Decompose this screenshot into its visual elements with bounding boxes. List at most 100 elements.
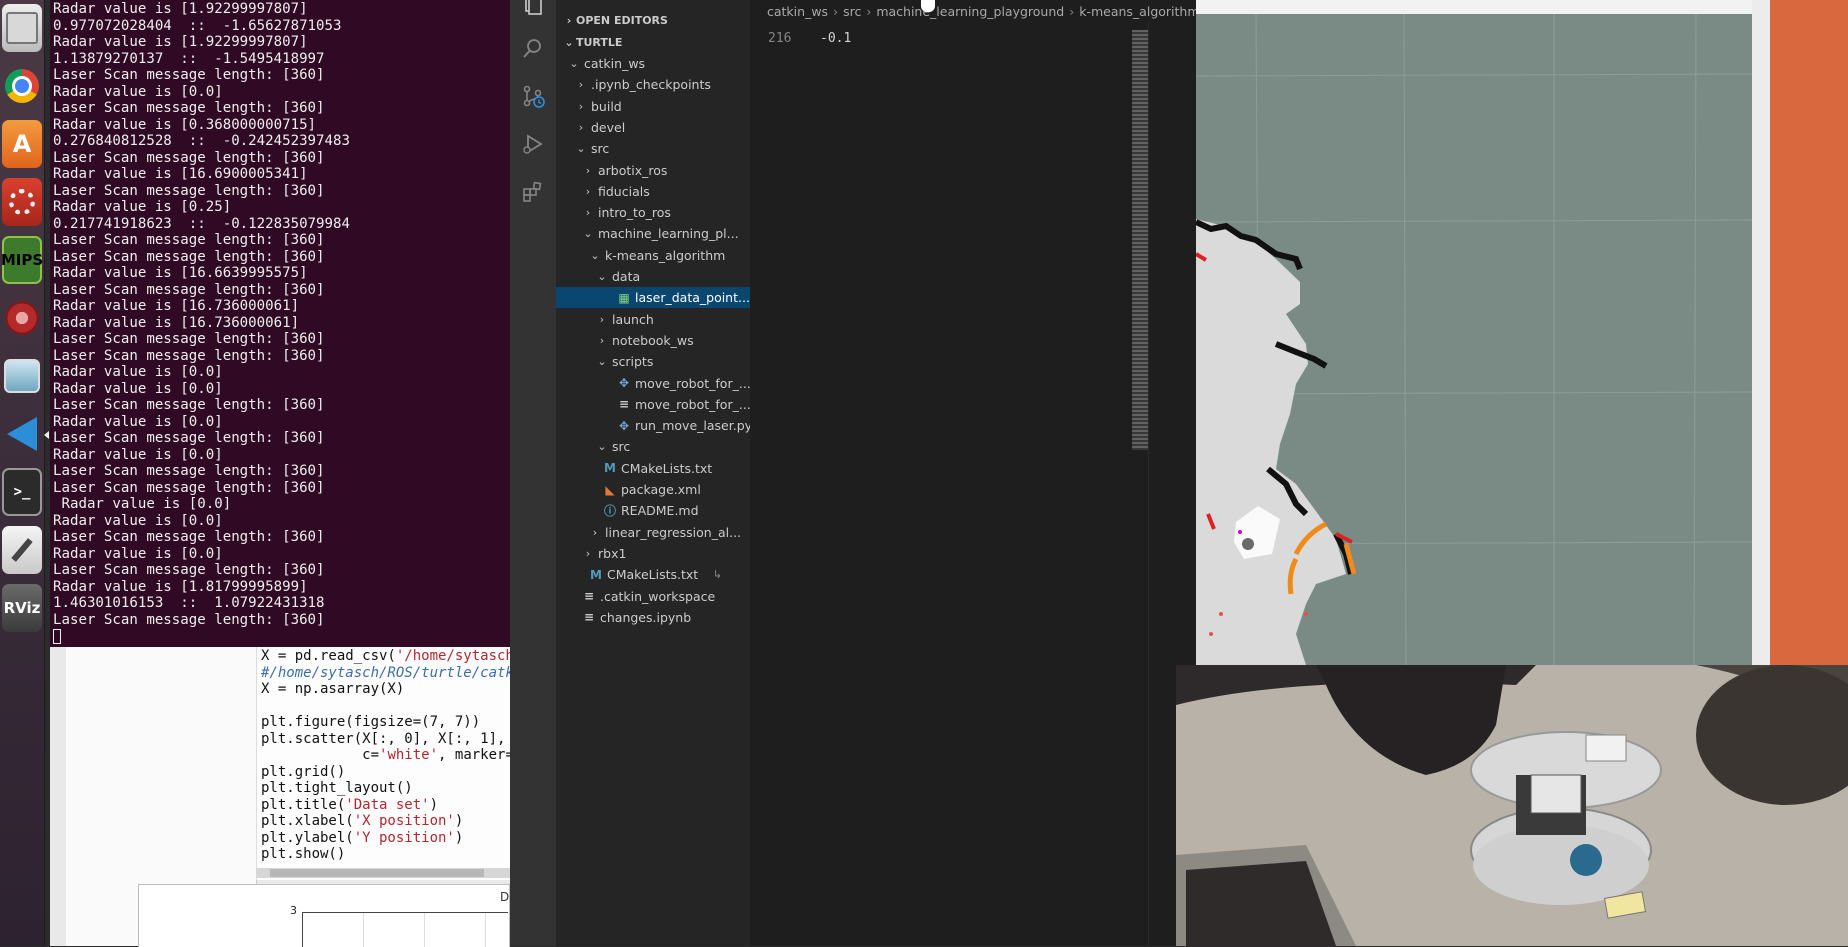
- tree-folder[interactable]: ⌄ machine_learning_pl...: [556, 223, 750, 244]
- tree-folder[interactable]: › arbotix_ros: [556, 160, 750, 181]
- tree-file[interactable]: ◣ package.xml: [556, 479, 750, 500]
- tree-folder[interactable]: ⌄ data: [556, 266, 750, 287]
- terminal-line: Laser Scan message length: [360]: [53, 232, 325, 248]
- tree-folder[interactable]: ⌄ scripts: [556, 351, 750, 372]
- chrome-launcher-icon[interactable]: [2, 62, 42, 110]
- tree-folder[interactable]: ⌄ k-means_algorithm: [556, 245, 750, 266]
- tree-file[interactable]: ✥ move_robot_for_...: [556, 373, 750, 394]
- tree-folder[interactable]: › fiducials: [556, 181, 750, 202]
- terminal-window[interactable]: Radar value is [1.92299997807] 0.97707202…: [50, 0, 510, 647]
- horizontal-scrollbar[interactable]: [256, 868, 511, 878]
- plot-title-fragment: D: [500, 890, 510, 904]
- tree-item-label: CMakeLists.txt: [621, 460, 713, 476]
- breadcrumb-segment[interactable]: src: [843, 4, 861, 19]
- tree-item-label: .catkin_workspace: [600, 588, 716, 604]
- workspace-section[interactable]: ⌄ TURTLE: [556, 31, 750, 53]
- tree-item-label: fiducials: [598, 183, 650, 199]
- rviz-panel-edge[interactable]: [1752, 0, 1770, 665]
- tree-item-label: changes.ipynb: [600, 609, 692, 625]
- run-debug-icon[interactable]: [521, 132, 545, 156]
- code-line: plt.xlabel('X position'): [261, 813, 464, 829]
- tree-folder[interactable]: ⌄ src: [556, 138, 750, 159]
- editor-line[interactable]: -0.1: [820, 31, 851, 46]
- tree-item-label: .ipynb_checkpoints: [591, 77, 711, 93]
- rviz-3d-view[interactable]: [1196, 14, 1752, 665]
- search-icon[interactable]: [521, 36, 545, 60]
- editor-area[interactable]: catkin_ws › src › machine_learning_playgroun…: [750, 0, 1196, 946]
- network-launcher-icon[interactable]: [2, 352, 42, 400]
- file-type-icon: ▦: [618, 290, 630, 305]
- terminal-line: 1.46301016153 :: 1.07922431318: [53, 595, 325, 611]
- vertical-scrollbar[interactable]: [1148, 22, 1163, 946]
- chevron-right-icon: ›: [585, 184, 591, 198]
- tree-item-label: laser_data_point...: [635, 290, 750, 306]
- vscode-launcher-icon[interactable]: [2, 410, 42, 458]
- chevron-down-icon: ⌄: [597, 355, 607, 369]
- minimap[interactable]: [1132, 30, 1148, 450]
- mips-launcher-icon[interactable]: MIPS: [1, 236, 43, 284]
- text-editor-launcher-icon[interactable]: [2, 526, 42, 574]
- tree-folder[interactable]: › rbx1: [556, 543, 750, 564]
- open-editors-section[interactable]: › OPEN EDITORS: [556, 9, 750, 31]
- scrollbar-thumb[interactable]: [270, 869, 484, 877]
- terminal-line: Laser Scan message length: [360]: [53, 149, 325, 166]
- terminal-prompt[interactable]: [53, 628, 510, 645]
- tree-file[interactable]: ⓘ README.md: [556, 500, 750, 521]
- tree-folder[interactable]: › launch: [556, 309, 750, 330]
- breadcrumb-segment[interactable]: catkin_ws: [767, 4, 828, 19]
- tree-folder[interactable]: › linear_regression_al...: [556, 522, 750, 543]
- tree-file[interactable]: ▦ laser_data_point...: [556, 287, 750, 309]
- terminal-line: Radar value is [0.0]: [53, 446, 223, 463]
- tree-folder[interactable]: › .ipynb_checkpoints: [556, 74, 750, 95]
- tree-folder[interactable]: › build: [556, 96, 750, 117]
- tree-folder[interactable]: ⌄ catkin_ws: [556, 53, 750, 74]
- terminal-line: Radar value is [16.6639995575]: [53, 265, 308, 281]
- chevron-right-icon: ›: [578, 120, 584, 134]
- tree-file[interactable]: ✥ run_move_laser.py: [556, 415, 750, 436]
- tree-item-label: machine_learning_pl...: [598, 226, 739, 242]
- breadcrumb-segment[interactable]: machine_learning_playground: [876, 4, 1064, 19]
- rviz-launcher-icon[interactable]: RViz: [2, 584, 42, 632]
- extensions-icon[interactable]: [521, 180, 545, 204]
- tree-folder[interactable]: › notebook_ws: [556, 330, 750, 351]
- code-line: plt.show(): [261, 846, 346, 862]
- terminal-cursor: [53, 628, 61, 644]
- terminal-line: Radar value is [1.92299997807]: [53, 1, 308, 17]
- tree-item-label: src: [612, 439, 631, 455]
- tree-item-label: data: [612, 269, 641, 284]
- chevron-down-icon: ⌄: [590, 248, 600, 262]
- tree-item-label: devel: [591, 119, 626, 135]
- explorer-icon[interactable]: [521, 0, 545, 16]
- tree-folder[interactable]: › intro_to_ros: [556, 202, 750, 223]
- tree-item-label: intro_to_ros: [598, 205, 671, 221]
- tree-file[interactable]: M CMakeLists.txt: [556, 458, 750, 479]
- tree-file[interactable]: ≡ changes.ipynb: [556, 607, 750, 628]
- plot-y-tick-label: 3: [290, 904, 297, 917]
- tree-folder[interactable]: ⌄ src: [556, 436, 750, 457]
- activity-bar: [510, 0, 556, 946]
- files-launcher-icon[interactable]: [2, 4, 42, 52]
- tree-item-label: move_robot_for_...: [635, 375, 750, 391]
- webcam-launcher-icon[interactable]: [2, 294, 42, 342]
- tree-file[interactable]: ≡ move_robot_for_...: [556, 394, 750, 415]
- chevron-down-icon: ⌄: [569, 57, 579, 70]
- terminal-line: 0.217741918623 :: -0.122835079984: [53, 215, 350, 232]
- tree-folder[interactable]: › devel: [556, 117, 750, 138]
- tree-item-label: launch: [612, 311, 654, 327]
- robot-photo: [1176, 665, 1848, 946]
- software-center-launcher-icon[interactable]: A: [2, 120, 42, 168]
- code-comment: #/home/sytasch/ROS/turtle/catk: [261, 664, 511, 681]
- terminal-line: Radar value is [16.6900005341]: [53, 166, 308, 182]
- terminal-line: Radar value is [0.0]: [53, 413, 223, 430]
- tree-file[interactable]: M CMakeLists.txt ↳: [556, 564, 750, 585]
- chevron-right-icon: ›: [585, 206, 591, 220]
- breadcrumb-segment[interactable]: k-means_algorithm: [1079, 4, 1196, 19]
- code-line: c='white', marker=: [261, 747, 511, 763]
- source-control-icon[interactable]: [521, 84, 545, 108]
- settings-launcher-icon[interactable]: [2, 178, 42, 226]
- notebook-code-cell[interactable]: X = pd.read_csv('/home/sytasch/ #/home/s…: [256, 640, 511, 880]
- tree-file[interactable]: ≡ .catkin_workspace: [556, 586, 750, 607]
- terminal-launcher-icon[interactable]: >_: [2, 468, 42, 516]
- tree-item-label: catkin_ws: [584, 56, 646, 71]
- file-type-icon: ≡: [583, 610, 595, 625]
